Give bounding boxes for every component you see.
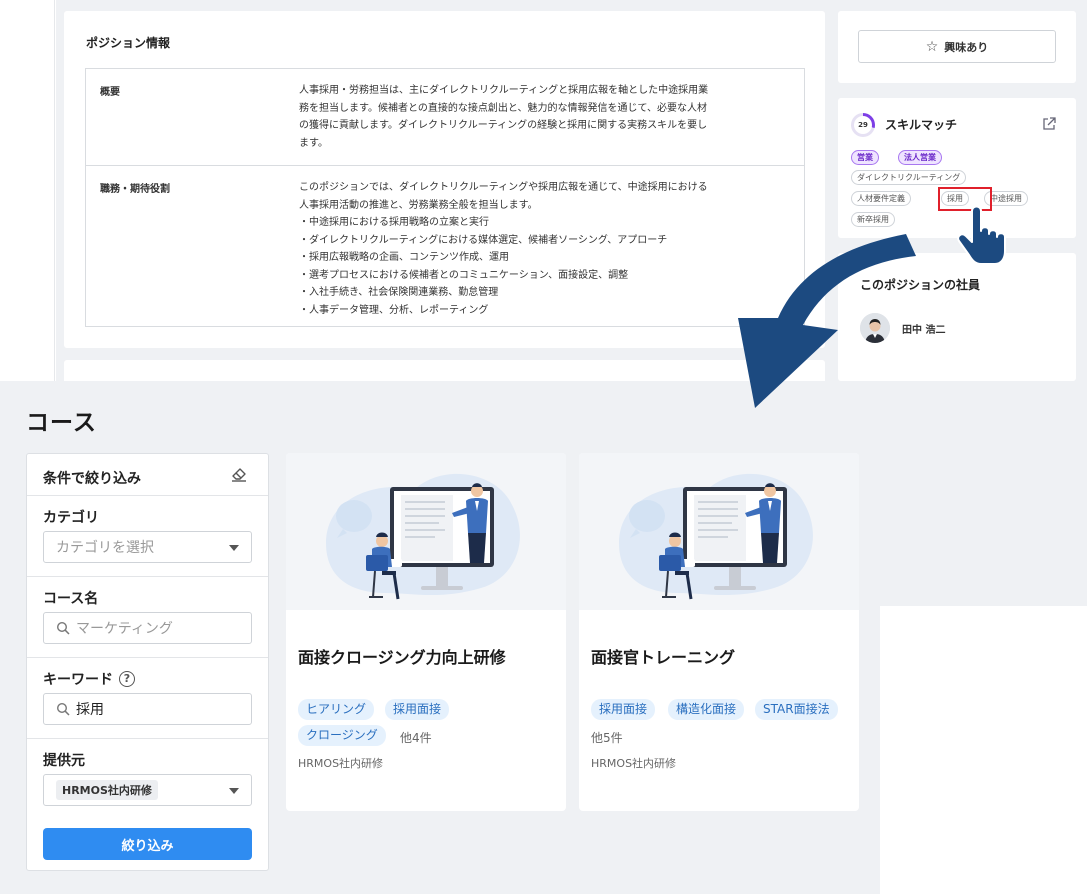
course-more-tags: 他5件 — [591, 731, 623, 745]
course-name-section: コース名 マーケティング — [27, 577, 268, 658]
course-provider: HRMOS社内研修 — [298, 757, 384, 770]
course-tag[interactable]: STAR面接法 — [755, 699, 838, 720]
course-name-label: コース名 — [43, 591, 99, 607]
provider-section: 提供元 HRMOS社内研修 — [27, 739, 268, 820]
keyword-section: キーワード ? 採用 — [27, 658, 268, 739]
category-placeholder: カテゴリを選択 — [56, 540, 154, 556]
chevron-down-icon — [229, 545, 239, 551]
member-name[interactable]: 田中 浩二 — [902, 321, 945, 336]
skill-tag[interactable]: 新卒採用 — [851, 212, 895, 227]
keyword-input[interactable]: 採用 — [43, 693, 252, 725]
course-card[interactable]: 面接クロージング力向上研修 ヒアリング 採用面接 クロージング 他4件 HRMO… — [286, 453, 566, 811]
skill-tag[interactable]: ダイレクトリクルーティング — [851, 170, 967, 185]
course-tag[interactable]: ヒアリング — [298, 699, 375, 720]
course-title[interactable]: 面接官トレーニング — [591, 644, 735, 668]
skill-match-title: スキルマッチ — [885, 118, 958, 132]
filter-header-label: 条件で絞り込み — [43, 471, 141, 487]
courses-page-screenshot: コース 条件で絞り込み カテゴリ カテゴリを選択 コース名 マーケティング キー… — [0, 381, 1087, 894]
search-icon — [56, 702, 70, 716]
skill-tag[interactable]: 人材要件定義 — [851, 191, 911, 206]
duties-line: ・選考プロセスにおける候補者とのコミュニケーション、面接設定、調整 — [299, 269, 629, 281]
chevron-down-icon — [229, 788, 239, 794]
course-provider: HRMOS社内研修 — [591, 757, 677, 770]
external-link-icon[interactable] — [1042, 117, 1056, 131]
duties-line: ・ダイレクトリクルーティングにおける媒体選定、候補者ソーシング、アプローチ — [299, 234, 668, 246]
apply-filter-button[interactable]: 絞り込み — [43, 828, 252, 860]
overview-line: 人事採用・労務担当は、主にダイレクトリクルーティングと採用広報を軸とした中途採用… — [299, 85, 709, 96]
interest-card: ☆ 興味あり — [838, 11, 1076, 83]
duties-text: このポジションでは、ダイレクトリクルーティングや採用広報を通じて、中途採用におけ… — [299, 179, 789, 319]
members-card: このポジションの社員 田中 浩二 — [838, 253, 1076, 381]
members-title: このポジションの社員 — [860, 278, 981, 292]
position-info-title: ポジション情報 — [86, 36, 171, 50]
overview-text: 人事採用・労務担当は、主にダイレクトリクルーティングと採用広報を軸とした中途採用… — [299, 82, 789, 152]
overview-row: 概要 人事採用・労務担当は、主にダイレクトリクルーティングと採用広報を軸とした中… — [86, 69, 804, 166]
course-tag[interactable]: 構造化面接 — [668, 699, 745, 720]
course-illustration — [579, 453, 859, 610]
course-name-placeholder: マーケティング — [76, 621, 173, 637]
category-label: カテゴリ — [43, 510, 99, 526]
star-icon: ☆ — [925, 38, 939, 55]
provider-select[interactable]: HRMOS社内研修 — [43, 774, 252, 806]
course-title[interactable]: 面接クロージング力向上研修 — [298, 644, 506, 668]
skill-score: 29 — [854, 116, 872, 134]
keyword-value: 採用 — [76, 702, 104, 718]
interest-label: 興味あり — [944, 40, 989, 54]
eraser-icon[interactable] — [230, 465, 248, 483]
courses-page-background-extension — [880, 381, 1087, 606]
overview-line: ます。 — [299, 137, 328, 149]
help-icon[interactable]: ? — [119, 671, 135, 687]
skill-match-card: 29 スキルマッチ 営業 法人営業 ダイレクトリクルーティング 人材要件定義 採… — [838, 98, 1076, 238]
search-icon — [56, 621, 70, 635]
overview-label: 概要 — [100, 87, 120, 98]
duties-line: このポジションでは、ダイレクトリクルーティングや採用広報を通じて、中途採用におけ… — [299, 182, 708, 193]
duties-line: 人事採用活動の推進と、労務業務全般を担当します。 — [299, 199, 538, 211]
filter-header: 条件で絞り込み — [27, 454, 268, 496]
skill-tag[interactable]: 法人営業 — [898, 150, 942, 165]
course-more-tags: 他4件 — [400, 731, 432, 745]
course-illustration — [286, 453, 566, 610]
provider-label: 提供元 — [43, 753, 85, 769]
keyword-label: キーワード ? — [43, 669, 135, 689]
overview-line: の獲得に貢献します。ダイレクトリクルーティングの経験と採用に関する実務スキルを要… — [299, 120, 708, 131]
highlight-box — [938, 187, 992, 211]
interest-button[interactable]: ☆ 興味あり — [858, 30, 1056, 63]
duties-row: 職務・期待役割 このポジションでは、ダイレクトリクルーティングや採用広報を通じて… — [86, 166, 804, 326]
left-gutter — [0, 0, 55, 381]
position-info-card: ポジション情報 概要 人事採用・労務担当は、主にダイレクトリクルーティングと採用… — [64, 11, 825, 348]
overview-line: 務を担当します。候補者との直接的な接点創出と、魅力的な情報発信を通じて、必要な人… — [299, 102, 707, 114]
filter-panel: 条件で絞り込み カテゴリ カテゴリを選択 コース名 マーケティング キーワード … — [26, 453, 269, 871]
duties-line: ・採用広報戦略の企画、コンテンツ作成、運用 — [299, 252, 509, 263]
page-title: コース — [26, 410, 97, 436]
position-info-table: 概要 人事採用・労務担当は、主にダイレクトリクルーティングと採用広報を軸とした中… — [85, 68, 805, 327]
skill-score-ring: 29 — [851, 113, 875, 137]
next-card-edge — [64, 360, 825, 381]
category-section: カテゴリ カテゴリを選択 — [27, 496, 268, 577]
avatar[interactable] — [860, 313, 890, 343]
course-tag[interactable]: クロージング — [298, 725, 386, 746]
duties-line: ・人事データ管理、分析、レポーティング — [299, 304, 489, 316]
category-select[interactable]: カテゴリを選択 — [43, 531, 252, 563]
skill-tag[interactable]: 営業 — [851, 150, 879, 165]
duties-label: 職務・期待役割 — [100, 184, 170, 195]
course-name-input[interactable]: マーケティング — [43, 612, 252, 644]
position-page-screenshot: ポジション情報 概要 人事採用・労務担当は、主にダイレクトリクルーティングと採用… — [0, 0, 1087, 381]
provider-chip: HRMOS社内研修 — [56, 780, 158, 800]
duties-line: ・中途採用における採用戦略の立案と実行 — [299, 217, 489, 228]
course-card[interactable]: 面接官トレーニング 採用面接 構造化面接 STAR面接法 他5件 HRMOS社内… — [579, 453, 859, 811]
course-tag[interactable]: 採用面接 — [591, 699, 656, 720]
duties-line: ・入社手続き、社会保険関連業務、勤怠管理 — [299, 287, 499, 298]
course-tag[interactable]: 採用面接 — [385, 699, 450, 720]
